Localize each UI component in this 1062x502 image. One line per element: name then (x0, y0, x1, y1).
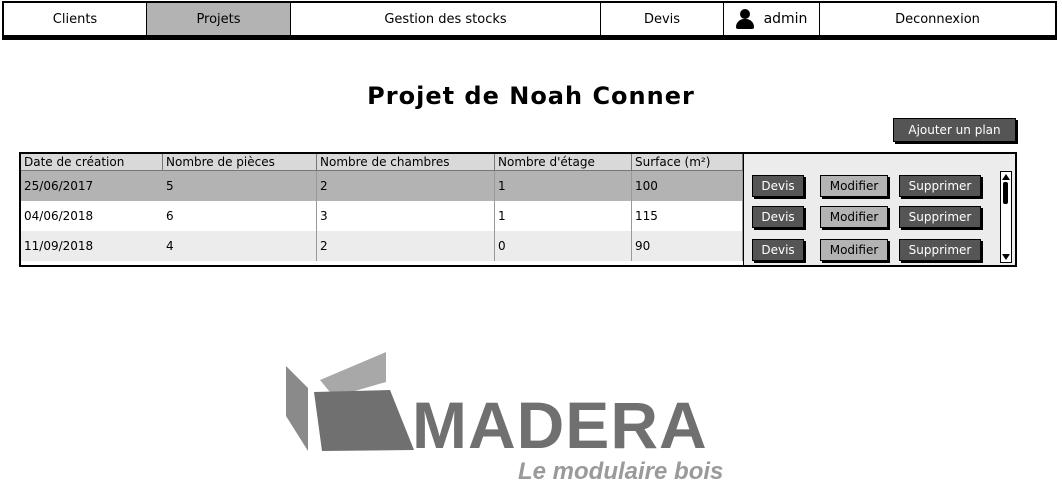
table-header: Date de création Nombre de pièces Nombre… (21, 154, 743, 171)
nav-tab-clients[interactable]: Clients (4, 3, 147, 35)
top-nav: Clients Projets Gestion des stocks Devis… (2, 1, 1057, 37)
page-title: Projet de Noah Conner (367, 82, 695, 110)
add-plan-button[interactable]: Ajouter un plan (893, 118, 1016, 142)
column-header-chambres: Nombre de chambres (317, 154, 495, 170)
nav-tab-stocks[interactable]: Gestion des stocks (291, 3, 601, 35)
row-supprimer-button[interactable]: Supprimer (899, 175, 981, 197)
row-devis-button[interactable]: Devis (752, 239, 804, 261)
cell-pieces: 5 (163, 171, 317, 201)
cell-surface: 115 (632, 201, 743, 231)
cell-etages: 1 (495, 201, 632, 231)
cell-date: 04/06/2018 (24, 209, 94, 223)
row-actions-panel: Devis Modifier Supprimer Devis Modifier … (743, 154, 1015, 265)
cell-chambres: 2 (317, 171, 495, 201)
row-modifier-button[interactable]: Modifier (820, 206, 888, 228)
nav-user-menu[interactable]: admin (724, 3, 820, 35)
cell-pieces: 4 (163, 231, 317, 261)
madera-logo: MADERA Le modulaire bois (286, 352, 746, 492)
cell-date: 11/09/2018 (24, 239, 94, 253)
cell-etages: 0 (495, 231, 632, 261)
logo-mark-icon (286, 352, 414, 451)
cell-etages: 1 (495, 171, 632, 201)
row-modifier-button[interactable]: Modifier (820, 175, 888, 197)
column-header-etages: Nombre d'étage (495, 154, 632, 170)
cell-chambres: 3 (317, 201, 495, 231)
row-supprimer-button[interactable]: Supprimer (899, 206, 981, 228)
row-supprimer-button[interactable]: Supprimer (899, 239, 981, 261)
user-icon (735, 9, 754, 29)
scroll-down-icon[interactable] (1002, 254, 1010, 260)
column-header-pieces: Nombre de pièces (163, 154, 317, 170)
cell-chambres: 2 (317, 231, 495, 261)
scroll-thumb[interactable] (1003, 182, 1008, 204)
cell-date: 25/06/2017 (24, 179, 94, 193)
plans-table: Date de création Nombre de pièces Nombre… (19, 152, 1017, 267)
nav-tab-projets[interactable]: Projets (147, 3, 291, 35)
column-header-surface: Surface (m²) (632, 154, 743, 170)
row-devis-button[interactable]: Devis (752, 175, 804, 197)
table-row[interactable]: 25/06/2017 5 2 1 100 (21, 171, 743, 201)
logo-wordmark: MADERA (412, 388, 708, 462)
scroll-up-icon[interactable] (1002, 174, 1010, 180)
row-modifier-button[interactable]: Modifier (820, 239, 888, 261)
cell-surface: 90 (632, 231, 743, 261)
row-devis-button[interactable]: Devis (752, 206, 804, 228)
cell-surface: 100 (632, 171, 743, 201)
cell-pieces: 6 (163, 201, 317, 231)
logo-tagline: Le modulaire bois (518, 458, 724, 485)
column-header-date: Date de création (21, 154, 163, 170)
nav-user-label: admin (763, 11, 808, 27)
nav-logout[interactable]: Deconnexion (820, 3, 1055, 35)
table-row[interactable]: 11/09/2018 4 2 0 90 (21, 231, 743, 261)
table-row[interactable]: 04/06/2018 6 3 1 115 (21, 201, 743, 231)
table-scrollbar[interactable] (1000, 171, 1012, 263)
nav-tab-devis[interactable]: Devis (601, 3, 724, 35)
